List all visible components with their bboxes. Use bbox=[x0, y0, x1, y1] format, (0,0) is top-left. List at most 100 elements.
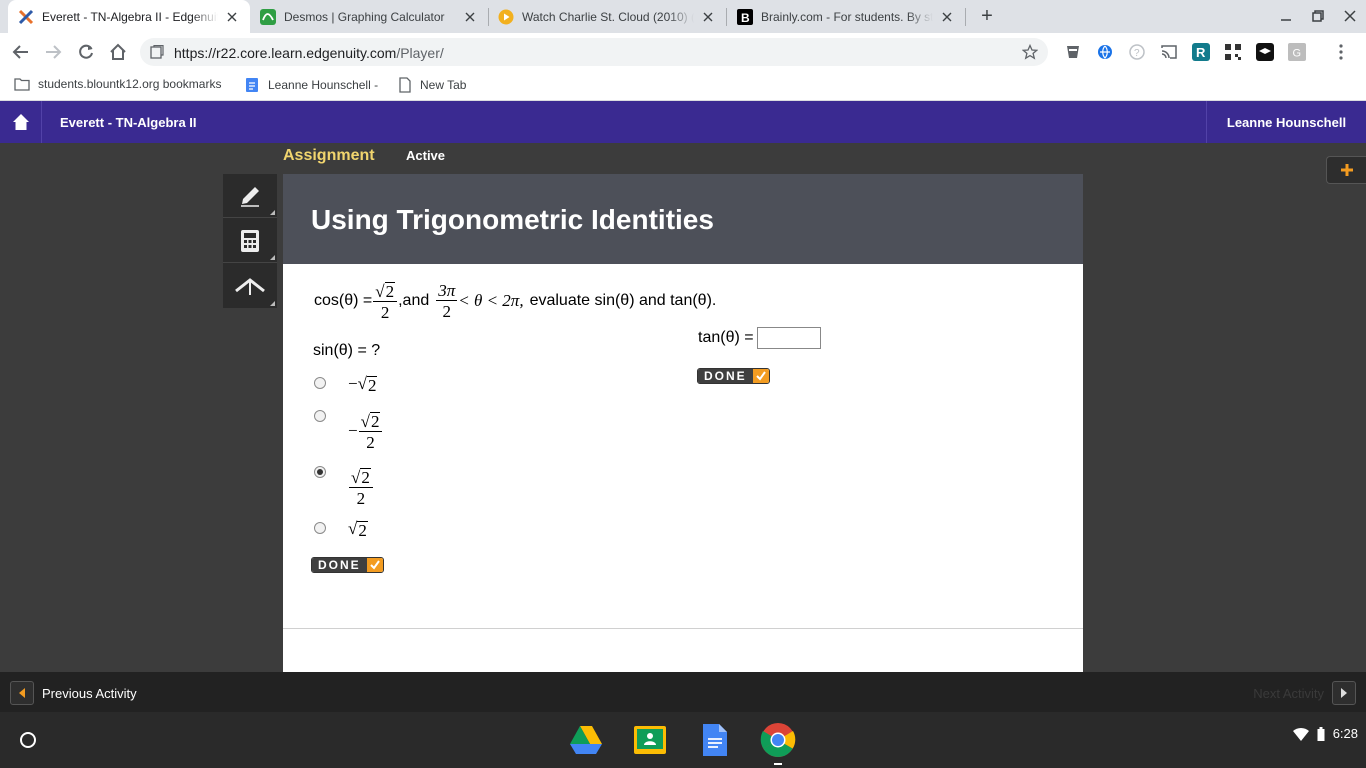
radicand: 2 bbox=[357, 521, 368, 540]
tab-title: Watch Charlie St. Cloud (2010) ( bbox=[522, 9, 694, 24]
tab-strip: Everett - TN-Algebra II - Edgenuit Desmo… bbox=[0, 0, 1366, 33]
tan-answer-input[interactable] bbox=[756, 327, 821, 349]
page-info-icon[interactable] bbox=[150, 45, 164, 59]
radical-sign: √ bbox=[348, 519, 358, 538]
classroom-icon[interactable] bbox=[632, 722, 668, 758]
close-icon[interactable] bbox=[700, 9, 716, 25]
close-icon[interactable] bbox=[939, 9, 955, 25]
option-3-label: √ 2 2 bbox=[348, 466, 374, 507]
radio-option-4[interactable] bbox=[314, 522, 326, 534]
home-icon[interactable] bbox=[108, 42, 128, 62]
fraction-numerator: √ 2 bbox=[373, 280, 398, 302]
restore-icon[interactable] bbox=[1310, 8, 1326, 24]
option-radical: √ 2 bbox=[348, 519, 368, 539]
star-icon[interactable] bbox=[1022, 44, 1038, 60]
chrome-icon[interactable] bbox=[760, 722, 796, 758]
tab-title: Brainly.com - For students. By st bbox=[761, 9, 933, 24]
bookmark-doc[interactable]: Leanne Hounschell - bbox=[244, 77, 378, 93]
radical-sign: √ bbox=[360, 412, 370, 431]
tan-done-button[interactable]: DONE bbox=[697, 368, 770, 384]
reload-icon[interactable] bbox=[76, 42, 96, 62]
help-icon[interactable]: ? bbox=[1128, 43, 1146, 61]
radio-option-3[interactable] bbox=[314, 466, 326, 478]
done-label: DONE bbox=[698, 369, 753, 383]
next-activity-button[interactable]: Next Activity bbox=[1253, 681, 1356, 705]
bookmark-folder[interactable]: students.blountk12.org bookmarks bbox=[14, 77, 221, 91]
bookmark-label: students.blountk12.org bookmarks bbox=[38, 77, 222, 91]
tab-desmos[interactable]: Desmos | Graphing Calculator bbox=[250, 0, 488, 33]
extension-cap-icon[interactable] bbox=[1256, 43, 1274, 61]
radicand: 2 bbox=[369, 412, 381, 431]
option-sign: − bbox=[348, 420, 358, 440]
option-fraction: √ 2 2 bbox=[358, 410, 383, 451]
close-icon[interactable] bbox=[462, 9, 478, 25]
docs-icon bbox=[246, 78, 258, 92]
svg-text:G: G bbox=[1293, 48, 1302, 60]
docs-icon[interactable] bbox=[696, 722, 732, 758]
clock-time: 6:28 bbox=[1332, 726, 1358, 741]
user-name[interactable]: Leanne Hounschell bbox=[1206, 101, 1366, 143]
plus-icon bbox=[1340, 164, 1353, 176]
profile-avatar-icon[interactable]: G bbox=[1288, 43, 1306, 61]
checkmark-icon bbox=[752, 369, 769, 383]
svg-text:?: ? bbox=[1134, 48, 1140, 59]
kebab-menu-icon[interactable] bbox=[1332, 43, 1350, 61]
tab-brainly[interactable]: B Brainly.com - For students. By st bbox=[727, 0, 965, 33]
status-tray[interactable]: 6:28 bbox=[1292, 726, 1358, 741]
os-shelf: 6:28 bbox=[0, 712, 1366, 768]
tab-title: Desmos | Graphing Calculator bbox=[284, 9, 445, 24]
qr-code-icon[interactable] bbox=[1224, 43, 1242, 61]
tan-label: tan(θ) = bbox=[698, 329, 754, 346]
page-icon bbox=[399, 77, 411, 93]
option-radical: √ 2 bbox=[358, 374, 378, 394]
bookmark-label: Leanne Hounschell - bbox=[268, 78, 379, 92]
extension-r-icon[interactable]: R bbox=[1192, 43, 1210, 61]
forward-arrow-icon[interactable] bbox=[43, 42, 63, 62]
extension-shield-icon[interactable] bbox=[1064, 43, 1082, 61]
calculator-tool[interactable] bbox=[223, 219, 277, 263]
back-arrow-icon[interactable] bbox=[11, 42, 31, 62]
and-text: ,and bbox=[398, 291, 430, 309]
chevron-left-icon bbox=[10, 681, 34, 705]
close-icon[interactable] bbox=[224, 9, 240, 25]
close-window-icon[interactable] bbox=[1342, 8, 1358, 24]
fraction-numerator: √ 2 bbox=[349, 466, 373, 488]
extension-globe-icon[interactable] bbox=[1096, 43, 1114, 61]
cast-icon[interactable] bbox=[1160, 43, 1178, 61]
bookmarks-bar: students.blountk12.org bookmarks Leanne … bbox=[0, 71, 1366, 101]
tool-corner bbox=[270, 210, 275, 215]
status-label: Active bbox=[406, 148, 446, 163]
range-lower-fraction: 3π 2 bbox=[436, 282, 458, 321]
svg-text:B: B bbox=[741, 11, 750, 25]
sin-done-button[interactable]: DONE bbox=[311, 557, 384, 573]
drive-icon[interactable] bbox=[568, 722, 604, 758]
cos-lhs: cos(θ) = bbox=[314, 291, 373, 309]
tab-movie[interactable]: Watch Charlie St. Cloud (2010) ( bbox=[488, 0, 726, 33]
fraction-denominator: 2 bbox=[380, 303, 390, 322]
option-1-label: − √ 2 bbox=[348, 374, 378, 394]
battery-icon bbox=[1317, 726, 1325, 741]
radio-option-2[interactable] bbox=[314, 410, 326, 422]
new-tab-button[interactable]: + bbox=[977, 5, 997, 27]
address-bar[interactable]: https://r22.core.learn.edgenuity.com/Pla… bbox=[140, 38, 1048, 66]
home-button[interactable] bbox=[0, 101, 42, 143]
browser-toolbar: https://r22.core.learn.edgenuity.com/Pla… bbox=[0, 33, 1366, 71]
expand-button[interactable] bbox=[1326, 156, 1366, 184]
tab-edgenuity[interactable]: Everett - TN-Algebra II - Edgenuit bbox=[8, 0, 250, 33]
minimize-icon[interactable] bbox=[1278, 8, 1294, 24]
pencil-icon bbox=[241, 186, 259, 207]
previous-activity-button[interactable]: Previous Activity bbox=[10, 681, 137, 705]
tool-corner bbox=[270, 301, 275, 306]
highlight-tool[interactable] bbox=[223, 264, 277, 308]
radicand: 2 bbox=[384, 282, 396, 301]
radio-option-1[interactable] bbox=[314, 377, 326, 389]
fraction-denominator: 2 bbox=[442, 301, 452, 321]
pencil-tool[interactable] bbox=[223, 174, 277, 218]
desmos-icon bbox=[260, 8, 276, 25]
radicand: 2 bbox=[366, 376, 378, 395]
lesson-footer bbox=[283, 628, 1083, 672]
bookmark-new-tab[interactable]: New Tab bbox=[398, 77, 466, 93]
option-4-label: √ 2 bbox=[348, 519, 368, 539]
launcher-button[interactable] bbox=[12, 724, 44, 756]
radical-sign: √ bbox=[375, 282, 385, 301]
